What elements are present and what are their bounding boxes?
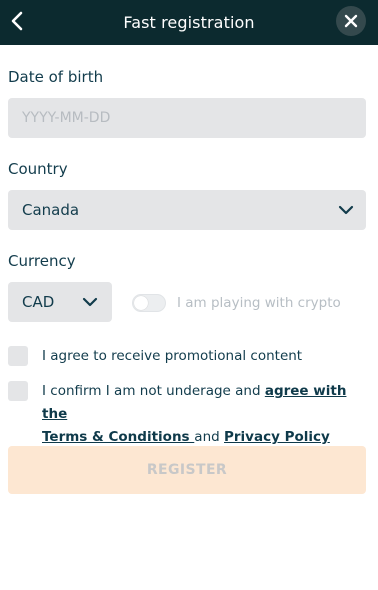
country-value: Canada <box>22 201 80 219</box>
chevron-down-icon <box>82 297 98 307</box>
privacy-policy-link[interactable]: Privacy Policy <box>224 429 330 445</box>
close-icon <box>344 14 358 28</box>
terms-consent-checkbox[interactable] <box>8 381 28 401</box>
country-label: Country <box>8 160 68 178</box>
chevron-down-icon <box>338 205 354 215</box>
dob-field <box>8 98 366 138</box>
promo-consent-checkbox[interactable] <box>8 346 28 366</box>
crypto-toggle[interactable] <box>132 294 166 312</box>
currency-label: Currency <box>8 252 76 270</box>
page-title: Fast registration <box>123 13 255 32</box>
currency-value: CAD <box>22 293 55 311</box>
country-select[interactable]: Canada <box>8 190 366 230</box>
chevron-left-icon <box>11 11 23 31</box>
dob-label: Date of birth <box>8 68 104 86</box>
terms-link[interactable]: Terms & Conditions <box>42 429 194 445</box>
back-button[interactable] <box>3 4 31 38</box>
terms-consent-label: I confirm I am not underage and agree wi… <box>42 380 372 449</box>
crypto-toggle-label: I am playing with crypto <box>177 295 341 311</box>
currency-select[interactable]: CAD <box>8 282 112 322</box>
terms-text-before: I confirm I am not underage and <box>42 383 265 399</box>
terms-text-and: and <box>194 429 224 445</box>
promo-consent-label: I agree to receive promotional content <box>42 348 303 364</box>
dob-input[interactable] <box>22 110 352 126</box>
close-button[interactable] <box>336 6 366 36</box>
toggle-knob <box>134 296 148 310</box>
header-bar: Fast registration <box>0 0 378 45</box>
register-button[interactable]: REGISTER <box>8 446 366 494</box>
